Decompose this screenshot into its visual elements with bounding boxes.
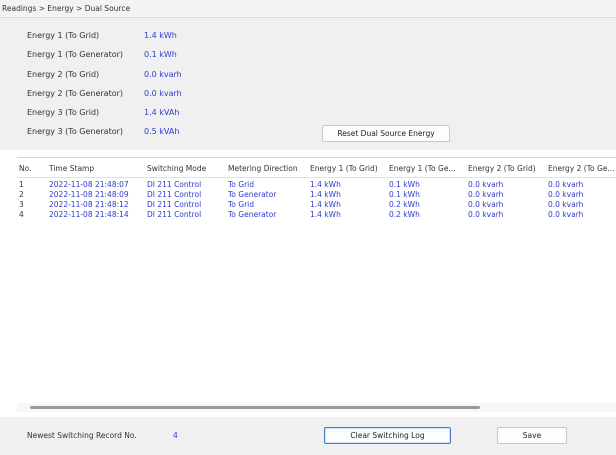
cell-energy1-grid: 1.4 kWh bbox=[310, 200, 341, 209]
cell-switching-mode: DI 211 Control bbox=[147, 200, 202, 209]
cell-energy1-grid: 1.4 kWh bbox=[310, 210, 341, 219]
table-row[interactable]: 2 2022-11-08 21:48:09 DI 211 Control To … bbox=[17, 190, 616, 200]
column-header-energy1-grid[interactable]: Energy 1 (To Grid) bbox=[310, 164, 388, 173]
summary-label: Energy 2 (To Generator) bbox=[27, 89, 124, 98]
summary-value: 0.1 kWh bbox=[144, 50, 177, 59]
cell-metering-direction: To Generator bbox=[228, 210, 277, 219]
summary-value: 1.4 kWh bbox=[144, 31, 177, 40]
cell-energy2-generator: 0.0 kvarh bbox=[548, 210, 584, 219]
cell-metering-direction: To Grid bbox=[228, 200, 255, 209]
cell-energy2-grid: 0.0 kvarh bbox=[468, 190, 504, 199]
summary-value: 0.0 kvarh bbox=[144, 89, 182, 98]
cell-time-stamp: 2022-11-08 21:48:12 bbox=[49, 200, 129, 209]
cell-energy2-grid: 0.0 kvarh bbox=[468, 210, 504, 219]
clear-switching-log-button[interactable]: Clear Switching Log bbox=[324, 427, 451, 444]
newest-record-value: 4 bbox=[173, 431, 178, 440]
cell-time-stamp: 2022-11-08 21:48:07 bbox=[49, 180, 129, 189]
summary-label: Energy 2 (To Grid) bbox=[27, 70, 100, 79]
cell-no: 1 bbox=[19, 180, 24, 189]
column-header-switching-mode[interactable]: Switching Mode bbox=[147, 164, 217, 173]
footer-bar: Newest Switching Record No. 4 Clear Swit… bbox=[0, 417, 616, 455]
cell-metering-direction: To Grid bbox=[228, 180, 255, 189]
summary-label: Energy 1 (To Generator) bbox=[27, 50, 124, 59]
summary-label: Energy 1 (To Grid) bbox=[27, 31, 100, 40]
column-header-energy2-grid[interactable]: Energy 2 (To Grid) bbox=[468, 164, 548, 173]
cell-energy2-grid: 0.0 kvarh bbox=[468, 200, 504, 209]
cell-switching-mode: DI 211 Control bbox=[147, 210, 202, 219]
column-header-energy2-generator[interactable]: Energy 2 (To Ge... bbox=[548, 164, 616, 173]
cell-energy1-generator: 0.2 kWh bbox=[389, 210, 420, 219]
cell-metering-direction: To Generator bbox=[228, 190, 277, 199]
cell-no: 4 bbox=[19, 210, 24, 219]
cell-energy2-grid: 0.0 kvarh bbox=[468, 180, 504, 189]
cell-energy2-generator: 0.0 kvarh bbox=[548, 180, 584, 189]
newest-record-label: Newest Switching Record No. bbox=[27, 431, 137, 440]
horizontal-scrollbar-thumb[interactable] bbox=[30, 406, 480, 409]
save-button[interactable]: Save bbox=[497, 427, 567, 444]
cell-no: 3 bbox=[19, 200, 24, 209]
column-header-energy1-generator[interactable]: Energy 1 (To Ge... bbox=[389, 164, 463, 173]
cell-energy2-generator: 0.0 kvarh bbox=[548, 200, 584, 209]
cell-energy1-generator: 0.2 kWh bbox=[389, 200, 420, 209]
cell-time-stamp: 2022-11-08 21:48:09 bbox=[49, 190, 129, 199]
summary-value: 0.0 kvarh bbox=[144, 70, 182, 79]
cell-energy1-grid: 1.4 kWh bbox=[310, 180, 341, 189]
cell-energy1-generator: 0.1 kWh bbox=[389, 190, 420, 199]
summary-value: 0.5 kVAh bbox=[144, 127, 180, 136]
table-row[interactable]: 3 2022-11-08 21:48:12 DI 211 Control To … bbox=[17, 200, 616, 210]
breadcrumb: Readings > Energy > Dual Source bbox=[0, 0, 616, 18]
table-row[interactable]: 1 2022-11-08 21:48:07 DI 211 Control To … bbox=[17, 180, 616, 190]
cell-time-stamp: 2022-11-08 21:48:14 bbox=[49, 210, 129, 219]
cell-energy2-generator: 0.0 kvarh bbox=[548, 190, 584, 199]
summary-label: Energy 3 (To Generator) bbox=[27, 127, 124, 136]
summary-label: Energy 3 (To Grid) bbox=[27, 108, 100, 117]
column-header-no[interactable]: No. bbox=[19, 164, 41, 173]
table-header: No. Time Stamp Switching Mode Metering D… bbox=[17, 158, 616, 178]
cell-no: 2 bbox=[19, 190, 24, 199]
cell-switching-mode: DI 211 Control bbox=[147, 180, 202, 189]
column-header-metering-direction[interactable]: Metering Direction bbox=[228, 164, 308, 173]
table-row[interactable]: 4 2022-11-08 21:48:14 DI 211 Control To … bbox=[17, 210, 616, 220]
column-header-time-stamp[interactable]: Time Stamp bbox=[49, 164, 129, 173]
switching-log-table: No. Time Stamp Switching Mode Metering D… bbox=[17, 157, 616, 417]
summary-value: 1.4 kVAh bbox=[144, 108, 180, 117]
energy-summary-panel: Energy 1 (To Grid) 1.4 kWh Energy 1 (To … bbox=[0, 18, 616, 150]
cell-energy1-generator: 0.1 kWh bbox=[389, 180, 420, 189]
cell-switching-mode: DI 211 Control bbox=[147, 190, 202, 199]
cell-energy1-grid: 1.4 kWh bbox=[310, 190, 341, 199]
reset-dual-source-energy-button[interactable]: Reset Dual Source Energy bbox=[322, 125, 450, 142]
